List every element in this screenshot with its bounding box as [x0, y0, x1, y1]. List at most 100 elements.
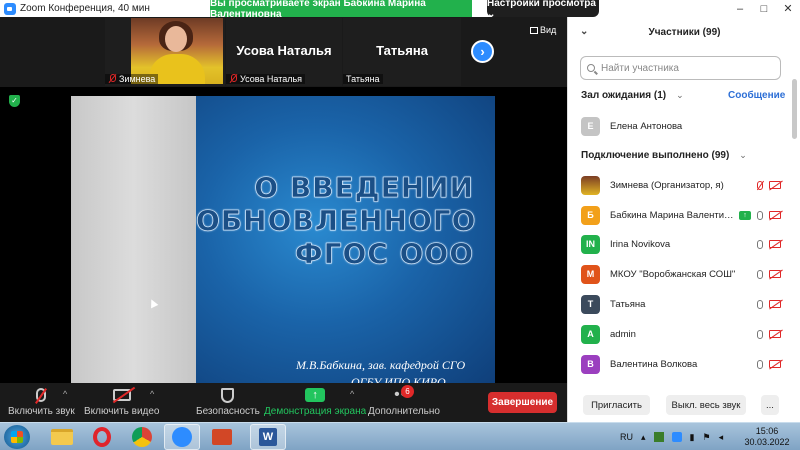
avatar	[581, 175, 600, 195]
close-icon[interactable]: ✕	[776, 0, 800, 17]
word-icon: W	[259, 428, 277, 446]
network-icon[interactable]	[653, 432, 664, 442]
maximize-icon[interactable]: □	[752, 0, 776, 17]
camera-off-icon	[112, 389, 131, 401]
zoom-icon	[172, 427, 192, 447]
zoom-tray-icon[interactable]	[671, 432, 682, 442]
window-titlebar: Zoom Конференция, 40 мин Вы просматривае…	[0, 0, 800, 20]
window-title: Zoom Конференция, 40 мин	[20, 3, 150, 14]
participant-row[interactable]: IN Irina Novikova	[581, 233, 781, 255]
avatar: М	[581, 264, 600, 284]
slide-side-panel	[71, 96, 196, 383]
invite-button[interactable]: Пригласить	[583, 395, 650, 415]
end-meeting-button[interactable]: Завершение	[488, 392, 557, 413]
panel-more-button[interactable]: ...	[761, 395, 779, 415]
tile-nametag: Татьяна	[343, 74, 383, 84]
speaker-icon[interactable]: ◂	[719, 432, 724, 443]
screen-share-icon: ↑	[739, 210, 751, 220]
audio-options-chevron-icon[interactable]: ^	[63, 389, 67, 399]
clock[interactable]: 15:06 30.03.2022	[742, 426, 792, 448]
video-tile[interactable]: Зимнева	[105, 18, 225, 86]
participant-search-input[interactable]: Найти участника	[580, 56, 781, 80]
connected-header[interactable]: Подключение выполнено (99) ⌄	[581, 150, 747, 161]
slide-organization: ОГБУ ИПО КИРО	[351, 375, 446, 383]
video-tile[interactable]: Усова Наталья Усова Наталья	[226, 18, 342, 86]
camera-off-icon	[769, 240, 781, 248]
tile-big-name: Усова Наталья	[236, 43, 332, 58]
tray-arrow-icon[interactable]: ▴	[641, 432, 646, 443]
notification-badge: 6	[401, 385, 414, 398]
mic-icon	[757, 329, 763, 339]
search-icon	[587, 64, 595, 72]
avatar: В	[581, 354, 600, 374]
opera-icon	[93, 427, 111, 447]
scrollbar[interactable]	[792, 79, 797, 139]
chrome-taskbar-button[interactable]	[124, 424, 160, 450]
opera-taskbar-button[interactable]	[84, 424, 120, 450]
camera-off-icon	[769, 270, 781, 278]
camera-off-icon	[769, 300, 781, 308]
mic-muted-icon	[757, 180, 763, 190]
share-options-chevron-icon[interactable]: ^	[350, 389, 354, 399]
panel-header: ⌄ Участники (99)	[568, 17, 800, 47]
start-video-button[interactable]: Включить видео	[84, 385, 160, 417]
tile-nametag: Усова Наталья	[226, 74, 306, 84]
participant-row[interactable]: Б Бабкина Марина Валентин... ↑	[581, 204, 781, 226]
grid-icon	[530, 26, 538, 34]
start-button[interactable]	[4, 425, 30, 449]
mic-muted-icon	[36, 388, 47, 402]
flag-icon[interactable]: ⚑	[702, 432, 710, 443]
share-arrow-icon: ↑	[305, 388, 326, 402]
message-link[interactable]: Сообщение	[728, 90, 785, 101]
camera-off-icon	[769, 330, 781, 338]
mute-all-button[interactable]: Выкл. весь звук	[666, 395, 746, 415]
security-button[interactable]: Безопасность	[196, 385, 260, 417]
tile-big-name: Татьяна	[376, 43, 428, 58]
video-strip: Зимнева Усова Наталья Усова Наталья Тать…	[0, 17, 567, 87]
waiting-room-header[interactable]: Зал ожидания (1) ⌄	[581, 90, 684, 101]
meeting-toolbar: Включить звук ^ Включить видео ^ Безопас…	[0, 383, 567, 422]
word-taskbar-button[interactable]: W	[250, 424, 286, 450]
participant-row[interactable]: A admin	[581, 323, 781, 345]
chrome-icon	[132, 427, 152, 447]
explorer-taskbar-button[interactable]	[44, 424, 80, 450]
tile-nametag: Зимнева	[105, 74, 159, 84]
chevron-down-icon: ⌄	[739, 150, 747, 160]
security-shield-icon: ✓	[9, 95, 20, 107]
volume-icon[interactable]: ▮	[690, 432, 695, 443]
participant-row[interactable]: Т Татьяна	[581, 293, 781, 315]
zoom-taskbar-button[interactable]	[164, 424, 200, 450]
participant-row[interactable]: М МКОУ "Воробжанская СОШ"	[581, 263, 781, 285]
minimize-icon[interactable]: –	[728, 0, 752, 17]
participant-row[interactable]: Зимнева (Организатор, я)	[581, 174, 781, 196]
participants-panel: ⌄ Участники (99) Найти участника Зал ожи…	[567, 17, 800, 422]
participant-row[interactable]: Е Елена Антонова	[581, 115, 781, 137]
mic-icon	[757, 269, 763, 279]
system-tray: RU ▴ ▮ ⚑ ◂	[620, 423, 723, 450]
next-page-button[interactable]: ›	[471, 40, 494, 63]
shared-screen: ✓ О ВВЕДЕНИИ ОБНОВЛЕННОГО ФГОС ООО М.В.Б…	[0, 87, 567, 383]
avatar: Е	[581, 116, 600, 136]
mic-icon	[757, 359, 763, 369]
view-button[interactable]: Вид	[530, 25, 556, 35]
slide-author: М.В.Бабкина, зав. кафедрой СГО	[296, 358, 466, 372]
mic-icon	[757, 299, 763, 309]
avatar: A	[581, 324, 600, 344]
panel-footer: Пригласить Выкл. весь звук ...	[568, 390, 800, 420]
folder-icon	[51, 429, 73, 445]
camera-off-icon	[769, 360, 781, 368]
powerpoint-taskbar-button[interactable]	[204, 424, 240, 450]
mic-icon	[757, 239, 763, 249]
chevron-down-icon: ⌄	[676, 90, 684, 100]
participant-row[interactable]: В Валентина Волкова	[581, 353, 781, 375]
slide-title: О ВВЕДЕНИИ ОБНОВЛЕННОГО ФГОС ООО	[196, 171, 477, 271]
collapse-chevron-icon[interactable]: ⌄	[580, 26, 588, 37]
avatar: Б	[581, 205, 600, 225]
video-tile[interactable]: Татьяна Татьяна	[343, 18, 461, 86]
video-options-chevron-icon[interactable]: ^	[150, 389, 154, 399]
windows-taskbar: W RU ▴ ▮ ⚑ ◂ 15:06 30.03.2022	[0, 422, 800, 450]
language-indicator[interactable]: RU	[620, 432, 633, 442]
view-options-button[interactable]: Настройки просмотра ⌄	[487, 0, 599, 20]
presentation-slide: О ВВЕДЕНИИ ОБНОВЛЕННОГО ФГОС ООО М.В.Баб…	[196, 96, 495, 383]
zoom-app-icon	[4, 2, 16, 15]
